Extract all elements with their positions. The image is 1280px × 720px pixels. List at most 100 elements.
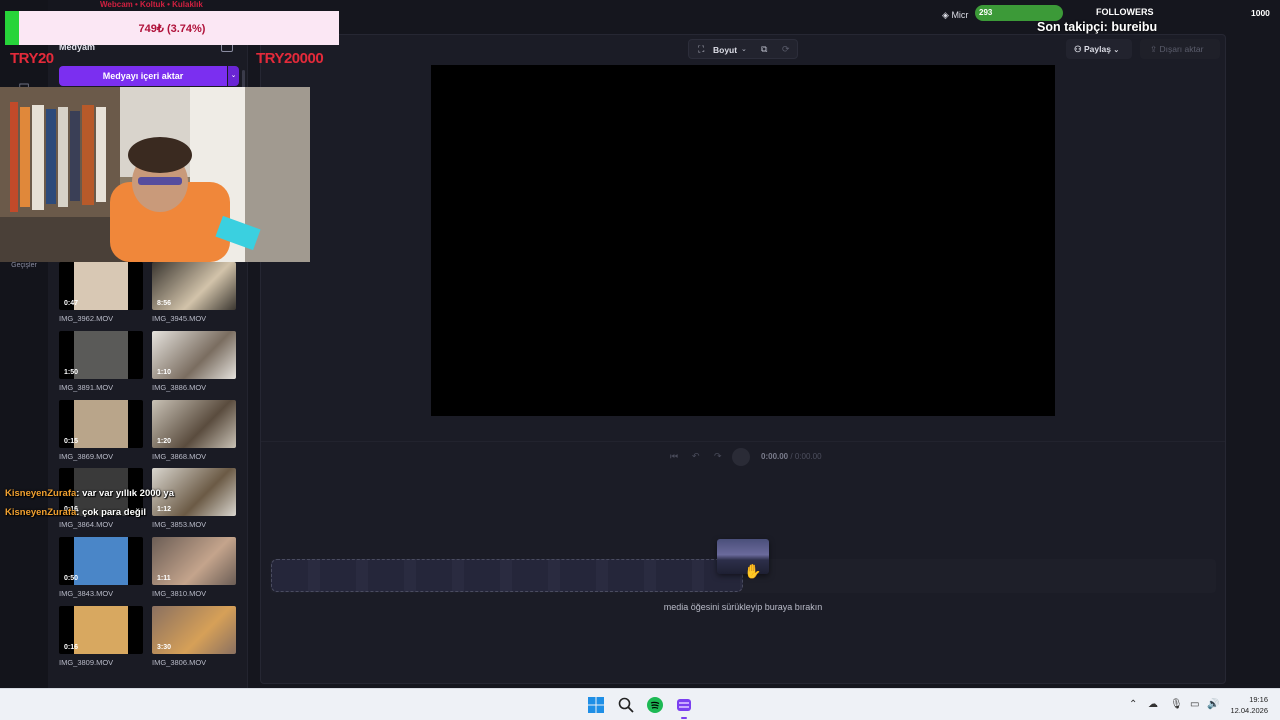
clock-date: 12.04.2026 xyxy=(1230,706,1268,715)
media-thumbnail[interactable]: 1:50 xyxy=(59,330,143,379)
chevron-down-icon: ⌄ xyxy=(230,72,237,79)
import-media-button[interactable]: Medyayı içeri aktar xyxy=(59,66,227,86)
media-filename: IMG_3945.MOV xyxy=(152,314,207,323)
chevron-up-icon[interactable]: ⌃ xyxy=(1129,699,1137,710)
media-thumbnail[interactable]: 0:50 xyxy=(59,537,143,586)
media-filename: IMG_3886.MOV xyxy=(152,382,207,392)
microphone-icon[interactable]: 🎙 xyxy=(1170,699,1183,710)
total-time: / 0:00.00 xyxy=(790,452,822,461)
fit-icon[interactable]: ⧉ xyxy=(761,44,767,55)
media-duration: 3:30 xyxy=(157,644,172,651)
timeline-drop-zone[interactable] xyxy=(271,559,743,592)
media-filename: IMG_3962.MOV xyxy=(59,314,114,323)
media-item[interactable]: 1:50 IMG_3891.MOV xyxy=(59,330,145,392)
import-dropdown-button[interactable]: ⌄ xyxy=(228,66,239,86)
clipchamp-icon[interactable] xyxy=(676,697,692,713)
webcam-overlay xyxy=(0,87,310,262)
skip-back-icon[interactable]: ⏮ xyxy=(670,451,678,462)
media-duration: 1:12 xyxy=(157,506,172,514)
diamond-icon: ◈ xyxy=(942,10,949,20)
media-duration: 0:16 xyxy=(64,644,79,651)
media-filename: IMG_3869.MOV xyxy=(59,451,114,461)
volume-icon[interactable]: 🔊 xyxy=(1207,699,1219,710)
share-label: Paylaş xyxy=(1084,44,1111,54)
media-item[interactable]: 0:15 IMG_3869.MOV xyxy=(59,399,145,461)
media-filename: IMG_3809.MOV xyxy=(59,658,114,667)
grab-cursor-icon: ✋ xyxy=(744,563,762,579)
promo-code-right: TRY20000 xyxy=(256,50,324,67)
resize-button[interactable]: Boyut xyxy=(713,45,737,55)
clock[interactable]: 19:16 12.04.2026 xyxy=(1226,694,1268,716)
onedrive-icon[interactable]: ☁ xyxy=(1148,699,1158,710)
last-follower: Son takipçi: bureibu xyxy=(1037,20,1158,34)
media-thumbnail[interactable]: 0:47 xyxy=(59,262,143,310)
media-duration: 0:15 xyxy=(64,437,79,445)
donation-header: Webcam • Koltuk • Kulaklık xyxy=(100,0,203,9)
media-item[interactable]: 8:56 IMG_3945.MOV xyxy=(152,262,238,323)
play-button[interactable] xyxy=(732,448,750,466)
chat-text: : var var yıllık 2000 ya xyxy=(76,488,174,499)
playback-controls: ⏮ ↶ ↷ 0:00.00 / 0:00.00 xyxy=(668,448,848,466)
taskbar: ⌃ ☁ 🎙 ▭ 🔊 19:16 12.04.2026 xyxy=(0,688,1280,720)
media-item[interactable]: 1:11 IMG_3810.MOV xyxy=(152,537,238,598)
media-duration: 1:11 xyxy=(157,575,171,583)
current-time: 0:00.00 xyxy=(761,452,789,461)
media-thumbnail[interactable]: 1:10 xyxy=(152,330,236,379)
resize-icon: ⛶ xyxy=(698,44,705,54)
media-duration: 0:50 xyxy=(64,575,79,583)
divider xyxy=(261,441,1225,442)
chevron-down-icon: ⌄ xyxy=(741,46,747,53)
media-thumbnail[interactable]: 0:16 xyxy=(59,606,143,654)
donation-amount: 749₺ (3.74%) xyxy=(138,23,206,35)
mic-label: Micr xyxy=(951,10,969,20)
active-app-indicator xyxy=(681,717,687,719)
media-thumbnail[interactable]: 1:11 xyxy=(152,537,236,586)
media-filename: IMG_3891.MOV xyxy=(59,382,114,392)
video-preview[interactable] xyxy=(431,65,1055,416)
media-item[interactable]: 1:10 IMG_3886.MOV xyxy=(152,330,238,392)
chat-message: KisneyenZurafa: çok para değil xyxy=(5,507,146,518)
media-duration: 0:47 xyxy=(64,300,79,307)
chat-user: KisneyenZurafa xyxy=(5,488,77,499)
media-item[interactable]: 0:50 IMG_3843.MOV xyxy=(59,537,145,598)
followers-count: 293 xyxy=(979,8,993,17)
media-filename: IMG_3864.MOV xyxy=(59,520,114,530)
transitions-label[interactable]: Geçişler xyxy=(0,262,48,269)
media-thumbnail[interactable]: 0:15 xyxy=(59,399,143,448)
forward-icon[interactable]: ↷ xyxy=(714,451,722,462)
playback-time: 0:00.00 / 0:00.00 xyxy=(761,452,822,461)
media-duration: 1:50 xyxy=(64,368,79,376)
media-thumbnail[interactable]: 8:56 xyxy=(152,262,236,310)
clock-time: 19:16 xyxy=(1249,695,1268,704)
share-button[interactable]: ⚇ Paylaş ⌄ xyxy=(1066,39,1132,59)
drop-hint: media öğesini sürükleyip buraya bırakın xyxy=(663,602,823,612)
media-duration: 1:10 xyxy=(157,368,172,376)
export-button[interactable]: ⇪ Dışarı aktar xyxy=(1140,39,1220,59)
media-item[interactable]: 0:47 IMG_3962.MOV xyxy=(59,262,145,323)
display-icon[interactable]: ▭ xyxy=(1190,699,1199,710)
preview-toolbar: ⛶ Boyut ⌄ ⧉ ⟳ xyxy=(688,39,798,59)
media-thumbnail[interactable]: 1:20 xyxy=(152,399,236,448)
media-thumbnail[interactable]: 3:30 xyxy=(152,606,236,654)
followers-label: FOLLOWERS xyxy=(1096,7,1154,17)
chat-user: KisneyenZurafa xyxy=(5,507,77,518)
media-filename: IMG_3806.MOV xyxy=(152,658,207,667)
export-label: Dışarı aktar xyxy=(1159,44,1204,54)
followers-goal: 1000 xyxy=(1251,8,1270,18)
media-duration: 1:20 xyxy=(157,437,172,445)
media-filename: IMG_3853.MOV xyxy=(152,520,207,530)
chevron-down-icon: ⌄ xyxy=(1113,47,1120,54)
upload-icon: ⇪ xyxy=(1150,44,1158,54)
promo-code-left: TRY20 xyxy=(10,50,54,67)
media-item[interactable]: 0:16 IMG_3809.MOV xyxy=(59,606,145,667)
rewind-icon[interactable]: ↶ xyxy=(692,451,700,462)
donation-goal-bar: 749₺ (3.74%) xyxy=(5,11,339,45)
spotify-icon[interactable] xyxy=(647,697,663,713)
media-item[interactable]: 3:30 IMG_3806.MOV xyxy=(152,606,238,667)
rotate-icon[interactable]: ⟳ xyxy=(782,44,790,55)
media-item[interactable]: 1:20 IMG_3868.MOV xyxy=(152,399,238,461)
microsoft-account[interactable]: ◈ Micr xyxy=(942,10,968,21)
search-icon[interactable] xyxy=(618,697,634,713)
chat-text: : çok para değil xyxy=(76,507,146,518)
windows-start-icon[interactable] xyxy=(588,697,604,713)
